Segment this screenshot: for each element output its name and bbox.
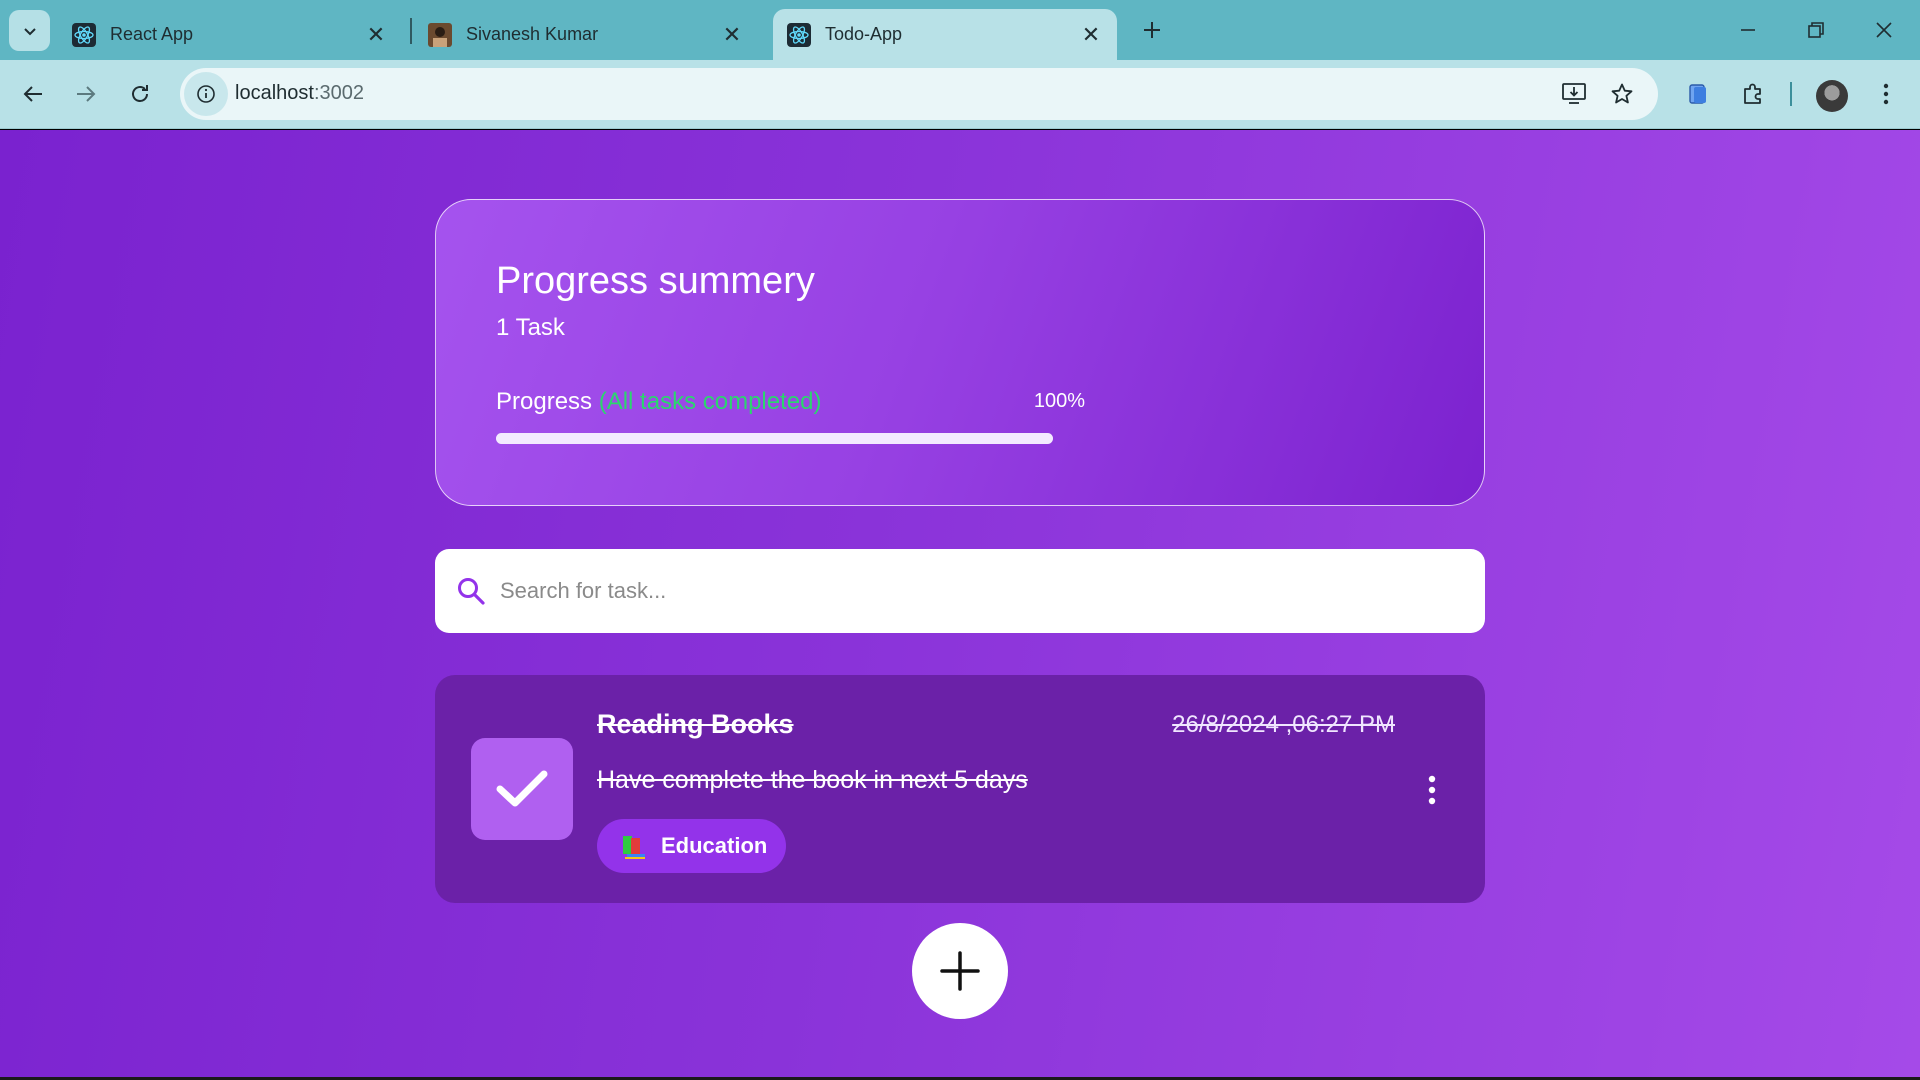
more-vertical-icon — [1428, 775, 1436, 805]
more-vertical-icon — [1883, 83, 1889, 105]
tab-separator — [410, 18, 412, 44]
profile-avatar[interactable] — [1816, 80, 1848, 112]
react-icon — [72, 22, 96, 47]
tab-sivanesh-kumar[interactable]: Sivanesh Kumar ✕ — [414, 9, 758, 60]
search-icon — [458, 578, 485, 605]
url-text[interactable]: localhost:3002 — [235, 82, 364, 105]
task-options-button[interactable] — [1420, 770, 1444, 810]
todo-app-page: Progress summery 1 Task Progress (All ta… — [0, 130, 1920, 1077]
category-chip[interactable]: Education — [597, 819, 786, 873]
add-task-button[interactable] — [912, 923, 1008, 1019]
plus-icon — [940, 951, 980, 991]
tab-title: Sivanesh Kumar — [466, 24, 599, 44]
task-complete-checkbox[interactable] — [471, 738, 573, 840]
puzzle-icon — [1744, 83, 1761, 104]
profile-photo-icon — [428, 22, 452, 47]
books-icon — [623, 836, 645, 859]
bookmark-button[interactable] — [1606, 78, 1638, 110]
progress-label: Progress (All tasks completed) — [496, 388, 821, 416]
url-host: localhost — [235, 82, 314, 104]
tab-react-app[interactable]: React App ✕ — [58, 9, 402, 60]
extension-button[interactable] — [1680, 76, 1716, 112]
tab-title: React App — [110, 24, 194, 44]
task-count: 1 Task — [496, 314, 565, 341]
task-title: Reading Books — [597, 709, 794, 739]
new-tab-button[interactable] — [1136, 12, 1168, 48]
extensions-menu-button[interactable] — [1735, 76, 1771, 112]
extension-app-icon — [1689, 84, 1706, 104]
browser-menu-button[interactable] — [1868, 76, 1904, 112]
task-description: Have complete the book in next 5 days — [597, 766, 1028, 794]
forward-button[interactable] — [66, 74, 106, 114]
close-icon — [1876, 22, 1892, 38]
close-icon[interactable]: ✕ — [1077, 21, 1105, 49]
arrow-left-icon — [23, 86, 42, 102]
tab-search-button[interactable] — [9, 10, 50, 51]
task-card[interactable]: Reading Books 26/8/2024 ,06:27 PM Have c… — [435, 675, 1485, 903]
reload-button[interactable] — [120, 74, 160, 114]
minimize-button[interactable] — [1720, 6, 1776, 54]
info-icon — [197, 85, 215, 103]
summary-title: Progress summery — [496, 260, 815, 302]
install-icon — [1562, 83, 1586, 104]
progress-summary-card: Progress summery 1 Task Progress (All ta… — [435, 199, 1485, 506]
progress-bar-fill — [496, 433, 1053, 444]
checkmark-icon — [496, 770, 548, 807]
toolbar-divider — [1790, 82, 1792, 106]
address-bar[interactable]: localhost:3002 — [180, 68, 1658, 120]
task-date: 26/8/2024 ,06:27 PM — [1172, 711, 1395, 738]
progress-bar — [496, 433, 1053, 444]
reload-icon — [132, 85, 148, 102]
progress-label-text: Progress — [496, 388, 593, 415]
star-icon — [1611, 83, 1633, 104]
arrow-right-icon — [77, 86, 96, 102]
restore-icon — [1808, 22, 1824, 38]
search-input[interactable] — [500, 569, 1460, 613]
url-port: :3002 — [313, 82, 364, 104]
category-label: Education — [661, 833, 768, 858]
chevron-down-icon — [23, 27, 36, 35]
back-button[interactable] — [13, 74, 53, 114]
react-icon — [787, 22, 811, 47]
browser-tab-strip: React App ✕ Sivanesh Kumar ✕ Todo-App ✕ — [0, 0, 1920, 60]
browser-toolbar: localhost:3002 — [0, 60, 1920, 129]
window-close-button[interactable] — [1856, 6, 1912, 54]
install-app-button[interactable] — [1558, 78, 1590, 110]
progress-percent: 100% — [1033, 390, 1085, 412]
plus-icon — [1144, 22, 1160, 38]
close-icon[interactable]: ✕ — [718, 21, 746, 49]
close-icon[interactable]: ✕ — [362, 21, 390, 49]
minimize-icon — [1741, 29, 1755, 31]
search-bar[interactable] — [435, 549, 1485, 633]
restore-button[interactable] — [1788, 6, 1844, 54]
tab-todo-app[interactable]: Todo-App ✕ — [773, 9, 1117, 60]
site-info-button[interactable] — [184, 72, 228, 116]
tab-title: Todo-App — [825, 24, 903, 44]
progress-status: (All tasks completed) — [598, 388, 822, 415]
